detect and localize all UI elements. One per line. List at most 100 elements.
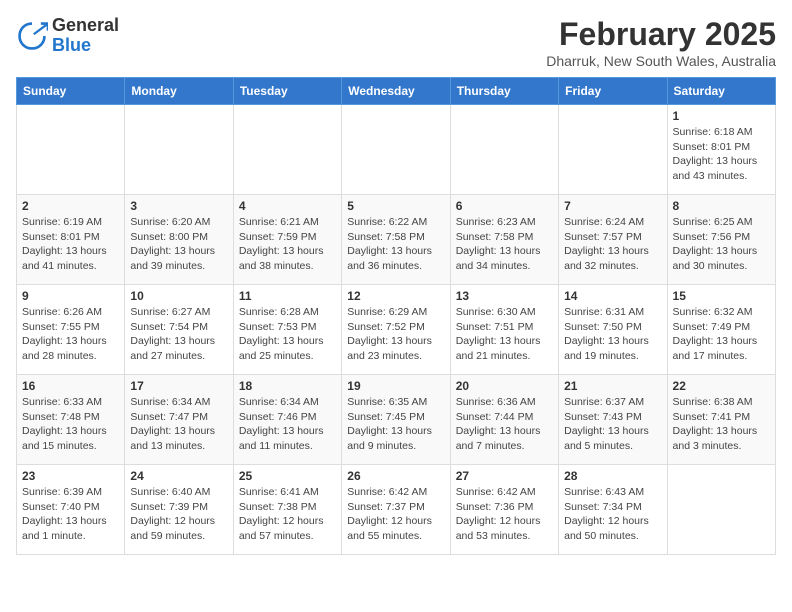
calendar-cell	[125, 105, 233, 195]
day-number: 8	[673, 199, 770, 213]
day-info: Sunrise: 6:40 AM Sunset: 7:39 PM Dayligh…	[130, 485, 227, 544]
day-number: 12	[347, 289, 444, 303]
calendar-cell: 19 Sunrise: 6:35 AM Sunset: 7:45 PM Dayli…	[342, 375, 450, 465]
day-info: Sunrise: 6:26 AM Sunset: 7:55 PM Dayligh…	[22, 305, 119, 364]
calendar-cell: 24 Sunrise: 6:40 AM Sunset: 7:39 PM Dayli…	[125, 465, 233, 555]
col-header-thursday: Thursday	[450, 78, 558, 105]
day-info: Sunrise: 6:32 AM Sunset: 7:49 PM Dayligh…	[673, 305, 770, 364]
calendar-week-row: 16 Sunrise: 6:33 AM Sunset: 7:48 PM Dayli…	[17, 375, 776, 465]
day-number: 17	[130, 379, 227, 393]
calendar-cell: 16 Sunrise: 6:33 AM Sunset: 7:48 PM Dayli…	[17, 375, 125, 465]
day-info: Sunrise: 6:41 AM Sunset: 7:38 PM Dayligh…	[239, 485, 336, 544]
logo-general-text: General	[52, 15, 119, 35]
col-header-friday: Friday	[559, 78, 667, 105]
day-number: 24	[130, 469, 227, 483]
calendar-cell: 7 Sunrise: 6:24 AM Sunset: 7:57 PM Daylig…	[559, 195, 667, 285]
day-number: 26	[347, 469, 444, 483]
calendar-cell: 28 Sunrise: 6:43 AM Sunset: 7:34 PM Dayli…	[559, 465, 667, 555]
calendar-cell: 22 Sunrise: 6:38 AM Sunset: 7:41 PM Dayli…	[667, 375, 775, 465]
col-header-saturday: Saturday	[667, 78, 775, 105]
day-number: 3	[130, 199, 227, 213]
calendar-week-row: 9 Sunrise: 6:26 AM Sunset: 7:55 PM Daylig…	[17, 285, 776, 375]
page-header: General Blue February 2025 Dharruk, New …	[16, 16, 776, 69]
day-number: 9	[22, 289, 119, 303]
day-number: 11	[239, 289, 336, 303]
calendar-week-row: 23 Sunrise: 6:39 AM Sunset: 7:40 PM Dayli…	[17, 465, 776, 555]
col-header-sunday: Sunday	[17, 78, 125, 105]
day-number: 23	[22, 469, 119, 483]
calendar-cell: 10Sunrise: 6:27 AM Sunset: 7:54 PM Dayli…	[125, 285, 233, 375]
day-number: 27	[456, 469, 553, 483]
day-number: 25	[239, 469, 336, 483]
day-info: Sunrise: 6:36 AM Sunset: 7:44 PM Dayligh…	[456, 395, 553, 454]
day-info: Sunrise: 6:28 AM Sunset: 7:53 PM Dayligh…	[239, 305, 336, 364]
day-number: 5	[347, 199, 444, 213]
day-info: Sunrise: 6:34 AM Sunset: 7:47 PM Dayligh…	[130, 395, 227, 454]
day-info: Sunrise: 6:20 AM Sunset: 8:00 PM Dayligh…	[130, 215, 227, 274]
day-number: 13	[456, 289, 553, 303]
calendar-cell: 8 Sunrise: 6:25 AM Sunset: 7:56 PM Daylig…	[667, 195, 775, 285]
day-info: Sunrise: 6:24 AM Sunset: 7:57 PM Dayligh…	[564, 215, 661, 274]
day-info: Sunrise: 6:18 AM Sunset: 8:01 PM Dayligh…	[673, 125, 770, 184]
calendar-week-row: 1 Sunrise: 6:18 AM Sunset: 8:01 PM Daylig…	[17, 105, 776, 195]
day-number: 4	[239, 199, 336, 213]
calendar-cell	[17, 105, 125, 195]
calendar-cell: 17 Sunrise: 6:34 AM Sunset: 7:47 PM Dayli…	[125, 375, 233, 465]
calendar-cell: 25 Sunrise: 6:41 AM Sunset: 7:38 PM Dayli…	[233, 465, 341, 555]
day-info: Sunrise: 6:22 AM Sunset: 7:58 PM Dayligh…	[347, 215, 444, 274]
calendar-cell: 27 Sunrise: 6:42 AM Sunset: 7:36 PM Dayli…	[450, 465, 558, 555]
day-number: 7	[564, 199, 661, 213]
calendar-cell: 15 Sunrise: 6:32 AM Sunset: 7:49 PM Dayli…	[667, 285, 775, 375]
calendar-cell: 3 Sunrise: 6:20 AM Sunset: 8:00 PM Daylig…	[125, 195, 233, 285]
day-number: 22	[673, 379, 770, 393]
day-number: 15	[673, 289, 770, 303]
col-header-tuesday: Tuesday	[233, 78, 341, 105]
calendar-cell: 26 Sunrise: 6:42 AM Sunset: 7:37 PM Dayli…	[342, 465, 450, 555]
calendar-cell	[233, 105, 341, 195]
month-year: February 2025	[546, 16, 776, 53]
day-info: Sunrise: 6:27 AM Sunset: 7:54 PM Dayligh…	[130, 305, 227, 364]
day-info: Sunrise: 6:39 AM Sunset: 7:40 PM Dayligh…	[22, 485, 119, 544]
calendar-cell: 2 Sunrise: 6:19 AM Sunset: 8:01 PM Daylig…	[17, 195, 125, 285]
calendar-table: SundayMondayTuesdayWednesdayThursdayFrid…	[16, 77, 776, 555]
day-number: 19	[347, 379, 444, 393]
calendar-cell	[450, 105, 558, 195]
day-info: Sunrise: 6:25 AM Sunset: 7:56 PM Dayligh…	[673, 215, 770, 274]
calendar-cell: 1 Sunrise: 6:18 AM Sunset: 8:01 PM Daylig…	[667, 105, 775, 195]
day-info: Sunrise: 6:42 AM Sunset: 7:37 PM Dayligh…	[347, 485, 444, 544]
logo-blue-text: Blue	[52, 35, 91, 55]
day-info: Sunrise: 6:37 AM Sunset: 7:43 PM Dayligh…	[564, 395, 661, 454]
day-info: Sunrise: 6:21 AM Sunset: 7:59 PM Dayligh…	[239, 215, 336, 274]
day-info: Sunrise: 6:42 AM Sunset: 7:36 PM Dayligh…	[456, 485, 553, 544]
day-info: Sunrise: 6:23 AM Sunset: 7:58 PM Dayligh…	[456, 215, 553, 274]
col-header-monday: Monday	[125, 78, 233, 105]
day-info: Sunrise: 6:43 AM Sunset: 7:34 PM Dayligh…	[564, 485, 661, 544]
calendar-cell	[667, 465, 775, 555]
day-number: 16	[22, 379, 119, 393]
calendar-cell: 13 Sunrise: 6:30 AM Sunset: 7:51 PM Dayli…	[450, 285, 558, 375]
day-info: Sunrise: 6:35 AM Sunset: 7:45 PM Dayligh…	[347, 395, 444, 454]
day-number: 6	[456, 199, 553, 213]
calendar-cell: 9 Sunrise: 6:26 AM Sunset: 7:55 PM Daylig…	[17, 285, 125, 375]
day-number: 18	[239, 379, 336, 393]
day-info: Sunrise: 6:19 AM Sunset: 8:01 PM Dayligh…	[22, 215, 119, 274]
day-info: Sunrise: 6:30 AM Sunset: 7:51 PM Dayligh…	[456, 305, 553, 364]
calendar-cell: 21 Sunrise: 6:37 AM Sunset: 7:43 PM Dayli…	[559, 375, 667, 465]
calendar-cell: 23 Sunrise: 6:39 AM Sunset: 7:40 PM Dayli…	[17, 465, 125, 555]
location: Dharruk, New South Wales, Australia	[546, 53, 776, 69]
day-info: Sunrise: 6:38 AM Sunset: 7:41 PM Dayligh…	[673, 395, 770, 454]
calendar-cell: 6 Sunrise: 6:23 AM Sunset: 7:58 PM Daylig…	[450, 195, 558, 285]
day-number: 21	[564, 379, 661, 393]
day-number: 28	[564, 469, 661, 483]
day-number: 20	[456, 379, 553, 393]
calendar-cell	[342, 105, 450, 195]
calendar-week-row: 2 Sunrise: 6:19 AM Sunset: 8:01 PM Daylig…	[17, 195, 776, 285]
day-number: 2	[22, 199, 119, 213]
calendar-cell: 4 Sunrise: 6:21 AM Sunset: 7:59 PM Daylig…	[233, 195, 341, 285]
logo: General Blue	[16, 16, 119, 56]
day-info: Sunrise: 6:33 AM Sunset: 7:48 PM Dayligh…	[22, 395, 119, 454]
calendar-cell: 20 Sunrise: 6:36 AM Sunset: 7:44 PM Dayli…	[450, 375, 558, 465]
logo-icon	[16, 20, 48, 52]
calendar-cell: 14Sunrise: 6:31 AM Sunset: 7:50 PM Dayli…	[559, 285, 667, 375]
day-number: 1	[673, 109, 770, 123]
